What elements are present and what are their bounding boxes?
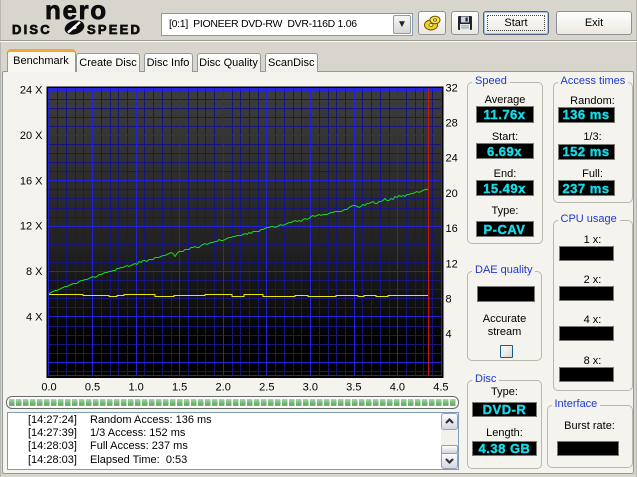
svg-text:2.0: 2.0	[216, 382, 231, 394]
svg-text:4 X: 4 X	[26, 312, 43, 324]
svg-text:28: 28	[446, 118, 458, 130]
svg-text:20 X: 20 X	[20, 130, 43, 142]
svg-text:4: 4	[446, 329, 452, 341]
svg-text:0.5: 0.5	[85, 382, 100, 394]
svg-text:24: 24	[446, 153, 458, 165]
svg-text:12: 12	[446, 258, 458, 270]
svg-text:8: 8	[446, 294, 452, 306]
svg-text:2.5: 2.5	[259, 382, 274, 394]
svg-text:0.0: 0.0	[41, 382, 56, 394]
svg-text:32: 32	[446, 82, 458, 94]
svg-text:4.5: 4.5	[433, 382, 448, 394]
svg-text:16: 16	[446, 223, 458, 235]
svg-text:1.5: 1.5	[172, 382, 187, 394]
svg-text:3.0: 3.0	[303, 382, 318, 394]
svg-text:16 X: 16 X	[20, 175, 43, 187]
svg-text:3.5: 3.5	[346, 382, 361, 394]
svg-text:24 X: 24 X	[20, 85, 43, 97]
svg-text:20: 20	[446, 188, 458, 200]
svg-text:12 X: 12 X	[20, 221, 43, 233]
svg-text:8 X: 8 X	[26, 266, 43, 278]
svg-text:4.0: 4.0	[390, 382, 405, 394]
svg-text:1.0: 1.0	[128, 382, 143, 394]
